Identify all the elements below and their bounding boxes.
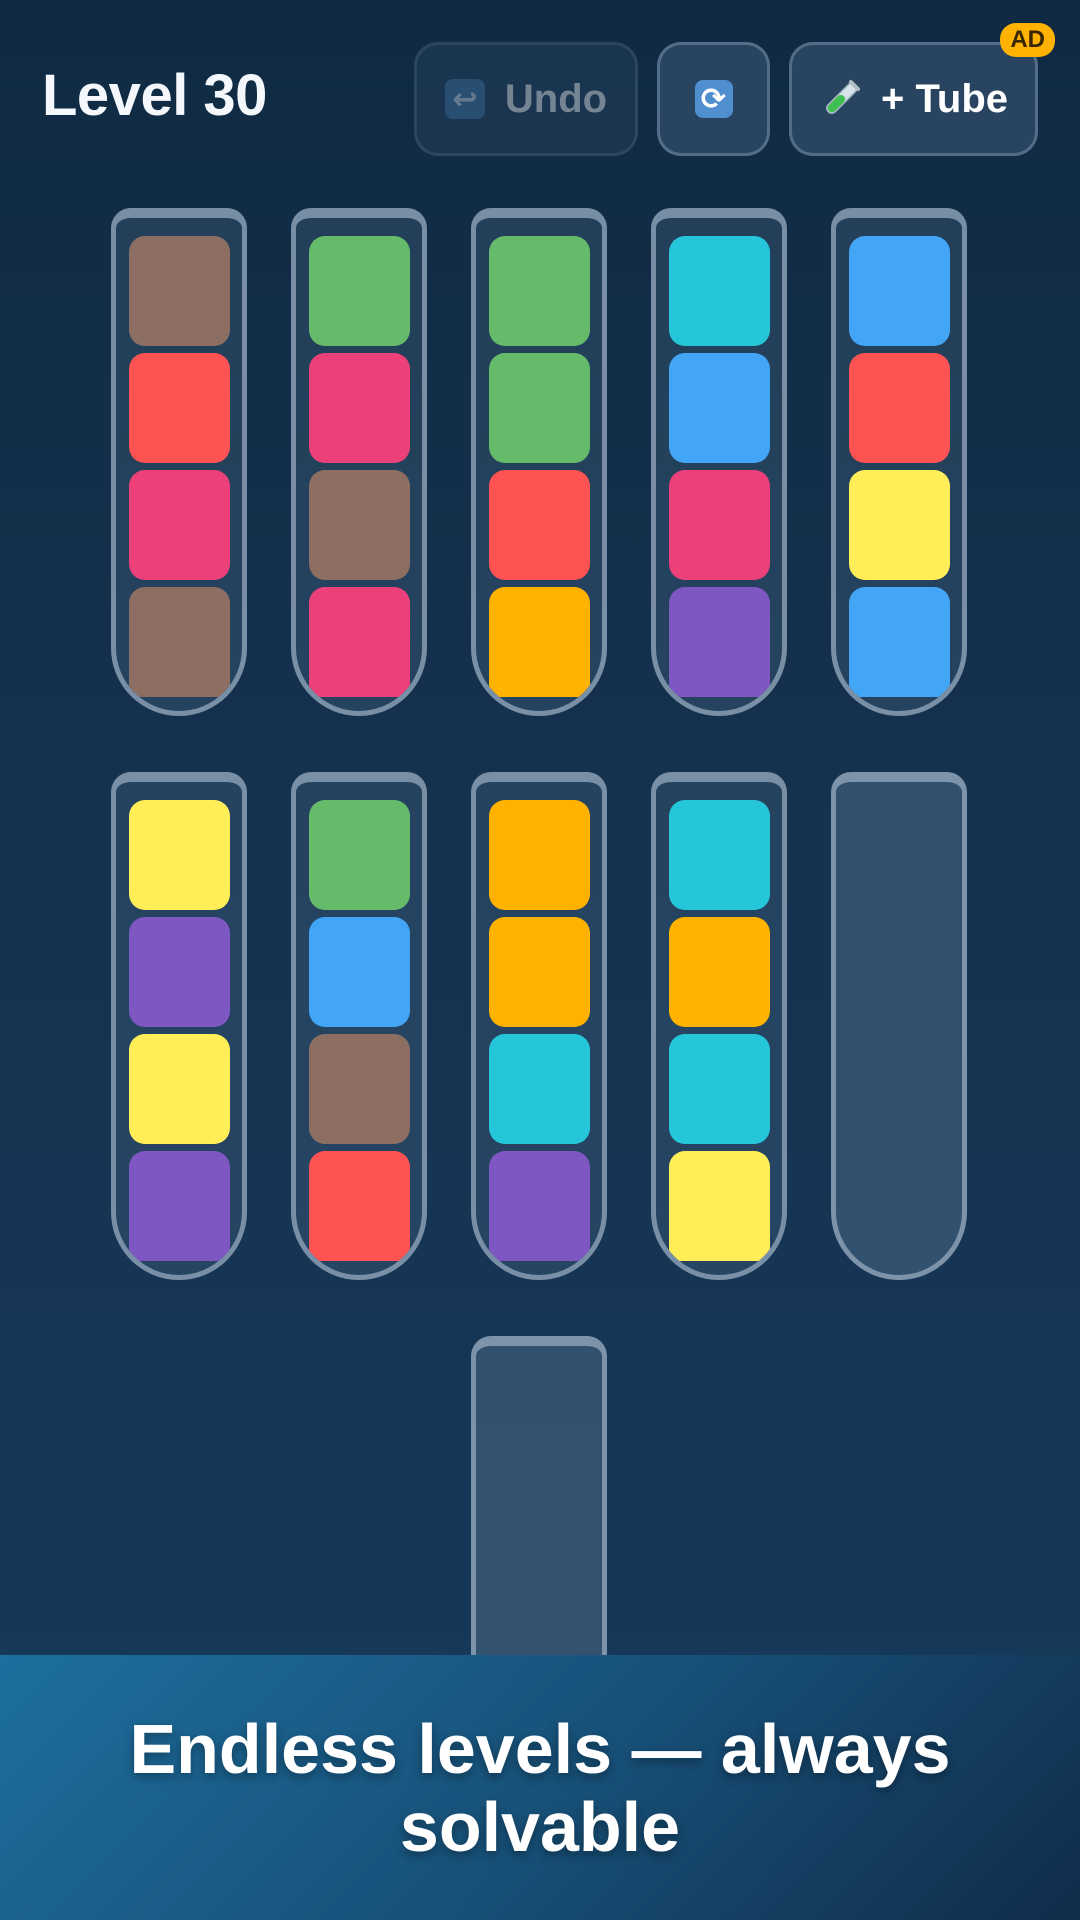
tube-5[interactable] xyxy=(831,208,967,716)
ball-pink xyxy=(669,470,770,580)
ball-brown xyxy=(309,470,410,580)
ball-blue xyxy=(669,353,770,463)
ball-green xyxy=(489,236,590,346)
undo-label: Undo xyxy=(504,76,608,121)
ball-brown xyxy=(309,1034,410,1144)
ball-orange xyxy=(669,917,770,1027)
tube-6[interactable] xyxy=(111,772,247,1280)
ball-pink xyxy=(309,353,410,463)
ball-purple xyxy=(489,1151,590,1261)
shuffle-icon: ⟳ xyxy=(694,80,733,118)
ball-red xyxy=(309,1151,410,1261)
ball-blue xyxy=(849,587,950,697)
undo-arrow-icon: ↩ xyxy=(444,79,485,119)
ball-cyan xyxy=(669,800,770,910)
ball-pink xyxy=(309,587,410,697)
tube-4[interactable] xyxy=(651,208,787,716)
tube-7[interactable] xyxy=(291,772,427,1280)
ad-badge: AD xyxy=(1000,23,1055,57)
ball-yellow xyxy=(129,800,230,910)
level-title: Level 30 xyxy=(42,63,267,128)
tube-1[interactable] xyxy=(111,208,247,716)
ball-red xyxy=(849,353,950,463)
ball-yellow xyxy=(849,470,950,580)
tube-8[interactable] xyxy=(471,772,607,1280)
shuffle-button[interactable]: ⟳ xyxy=(657,42,770,156)
ball-red xyxy=(129,353,230,463)
ball-orange xyxy=(489,917,590,1027)
tube-3[interactable] xyxy=(471,208,607,716)
ball-yellow xyxy=(129,1034,230,1144)
ball-green xyxy=(309,800,410,910)
tube-2[interactable] xyxy=(291,208,427,716)
ball-cyan xyxy=(489,1034,590,1144)
add-tube-label: + Tube xyxy=(880,76,1009,121)
ball-blue xyxy=(309,917,410,1027)
tube-10[interactable] xyxy=(831,772,967,1280)
tube-9[interactable] xyxy=(651,772,787,1280)
ball-cyan xyxy=(669,236,770,346)
promo-banner: Endless levels — always solvable xyxy=(0,1655,1080,1920)
ball-purple xyxy=(129,917,230,1027)
tube-11[interactable] xyxy=(471,1336,607,1696)
add-tube-button[interactable]: + Tube AD xyxy=(789,23,1055,156)
ball-orange xyxy=(489,800,590,910)
ball-red xyxy=(489,470,590,580)
ball-green xyxy=(489,353,590,463)
ball-orange xyxy=(489,587,590,697)
header-bar: Level 30 ↩ Undo ⟳ + Tube AD xyxy=(0,0,1080,180)
banner-text: Endless levels — always solvable xyxy=(129,1709,951,1866)
ball-pink xyxy=(129,470,230,580)
ball-green xyxy=(309,236,410,346)
ball-brown xyxy=(129,236,230,346)
ball-yellow xyxy=(669,1151,770,1261)
ball-brown xyxy=(129,587,230,697)
test-tube-icon xyxy=(826,80,860,114)
ball-purple xyxy=(669,587,770,697)
undo-button[interactable]: ↩ Undo xyxy=(414,42,638,156)
ball-cyan xyxy=(669,1034,770,1144)
ball-purple xyxy=(129,1151,230,1261)
ball-blue xyxy=(849,236,950,346)
